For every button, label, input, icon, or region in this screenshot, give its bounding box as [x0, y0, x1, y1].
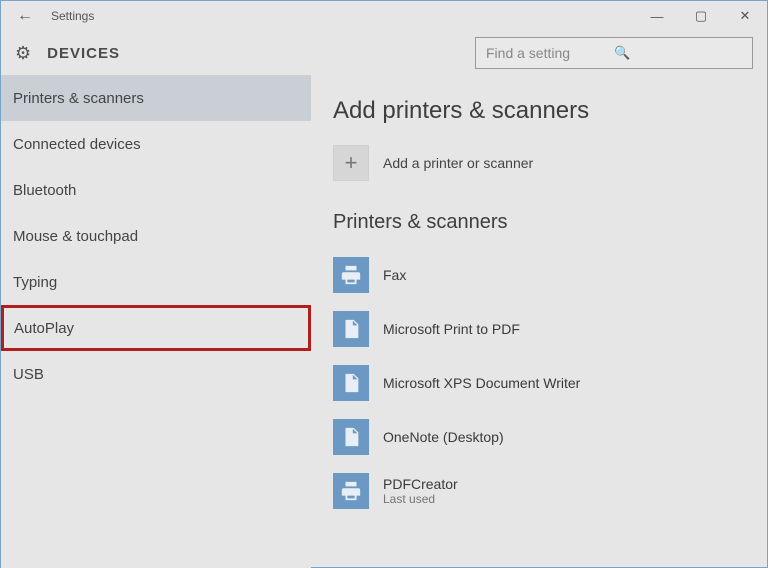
window-title: Settings — [51, 9, 94, 23]
device-subtext: Last used — [383, 492, 458, 506]
sidebar-item-connected-devices[interactable]: Connected devices — [1, 121, 311, 167]
body: Printers & scanners Connected devices Blue… — [1, 75, 767, 568]
window-controls — [635, 1, 767, 31]
device-row[interactable]: Microsoft Print to PDF — [333, 302, 753, 356]
device-name: PDFCreator — [383, 476, 458, 492]
gear-icon: ⚙ — [15, 43, 31, 64]
add-printer-row[interactable]: + Add a printer or scanner — [333, 145, 753, 181]
device-list: Fax Microsoft Print to PDF Microsoft XPS D… — [333, 248, 753, 518]
sidebar: Printers & scanners Connected devices Blue… — [1, 75, 311, 568]
sidebar-item-usb[interactable]: USB — [1, 351, 311, 397]
sidebar-item-label: AutoPlay — [14, 320, 74, 337]
search-input[interactable]: Find a setting 🔍 — [475, 37, 753, 69]
device-row[interactable]: PDFCreatorLast used — [333, 464, 753, 518]
device-row[interactable]: Fax — [333, 248, 753, 302]
device-name: Microsoft Print to PDF — [383, 321, 520, 337]
search-icon: 🔍 — [614, 45, 742, 61]
sidebar-item-printers-scanners[interactable]: Printers & scanners — [1, 75, 311, 121]
sidebar-item-label: Typing — [13, 274, 57, 291]
device-text: Microsoft Print to PDF — [383, 321, 520, 337]
maximize-button[interactable] — [679, 1, 723, 31]
title-bar: ← Settings — [1, 1, 767, 31]
document-icon — [333, 419, 369, 455]
sidebar-item-typing[interactable]: Typing — [1, 259, 311, 305]
device-name: Fax — [383, 267, 406, 283]
header-row: ⚙ DEVICES Find a setting 🔍 — [1, 31, 767, 75]
sidebar-item-label: Connected devices — [13, 136, 141, 153]
plus-icon: + — [333, 145, 369, 181]
sidebar-item-label: Printers & scanners — [13, 90, 144, 107]
device-text: OneNote (Desktop) — [383, 429, 504, 445]
sidebar-item-bluetooth[interactable]: Bluetooth — [1, 167, 311, 213]
device-name: OneNote (Desktop) — [383, 429, 504, 445]
minimize-button[interactable] — [635, 1, 679, 31]
device-name: Microsoft XPS Document Writer — [383, 375, 580, 391]
section-list-title: Printers & scanners — [333, 211, 753, 234]
document-icon — [333, 311, 369, 347]
device-text: Fax — [383, 267, 406, 283]
main-panel: Add printers & scanners + Add a printer … — [311, 75, 767, 568]
sidebar-item-label: USB — [13, 366, 44, 383]
search-placeholder: Find a setting — [486, 45, 614, 61]
close-button[interactable] — [723, 1, 767, 31]
device-text: Microsoft XPS Document Writer — [383, 375, 580, 391]
printer-icon — [333, 473, 369, 509]
add-printer-label: Add a printer or scanner — [383, 155, 533, 171]
device-row[interactable]: Microsoft XPS Document Writer — [333, 356, 753, 410]
document-icon — [333, 365, 369, 401]
device-text: PDFCreatorLast used — [383, 476, 458, 506]
device-row[interactable]: OneNote (Desktop) — [333, 410, 753, 464]
printer-icon — [333, 257, 369, 293]
search-wrap: Find a setting 🔍 — [475, 37, 753, 69]
sidebar-item-label: Bluetooth — [13, 182, 76, 199]
sidebar-item-label: Mouse & touchpad — [13, 228, 138, 245]
page-title: DEVICES — [47, 45, 120, 62]
sidebar-item-mouse-touchpad[interactable]: Mouse & touchpad — [1, 213, 311, 259]
section-add-title: Add printers & scanners — [333, 97, 753, 125]
back-button[interactable]: ← — [13, 7, 37, 25]
sidebar-item-autoplay[interactable]: AutoPlay — [1, 305, 311, 351]
settings-window: ← Settings ⚙ DEVICES Find a setting 🔍 Pr… — [0, 0, 768, 568]
